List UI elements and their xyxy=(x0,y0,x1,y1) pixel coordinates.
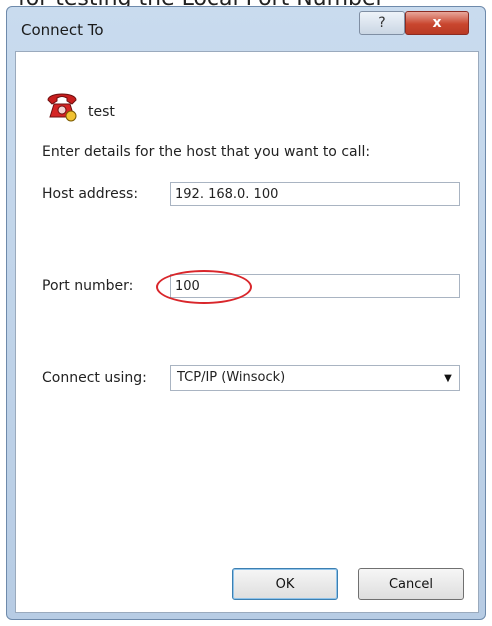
host-address-input[interactable] xyxy=(170,182,460,206)
help-icon: ? xyxy=(378,15,386,31)
port-highlight-annotation xyxy=(156,270,252,304)
dialog-body: test Enter details for the host that you… xyxy=(15,51,479,613)
help-button[interactable]: ? xyxy=(359,11,405,35)
connection-name: test xyxy=(88,104,115,120)
connect-using-value: TCP/IP (Winsock) xyxy=(177,370,286,385)
phone-icon xyxy=(47,93,77,122)
dialog-title: Connect To xyxy=(21,21,104,39)
close-button[interactable]: x xyxy=(405,11,469,35)
ok-button[interactable]: OK xyxy=(232,568,338,600)
title-bar[interactable]: Connect To ? x xyxy=(7,7,485,45)
cancel-button[interactable]: Cancel xyxy=(358,568,464,600)
chevron-down-icon[interactable]: ▼ xyxy=(439,368,457,388)
connect-using-label: Connect using: xyxy=(42,370,147,386)
instructions-text: Enter details for the host that you want… xyxy=(42,144,371,160)
port-number-label: Port number: xyxy=(42,278,134,294)
close-icon: x xyxy=(432,15,442,31)
host-address-label: Host address: xyxy=(42,186,139,202)
connect-to-dialog: Connect To ? x test Enter details for th… xyxy=(6,6,486,620)
connect-using-select[interactable]: TCP/IP (Winsock) ▼ xyxy=(170,365,460,391)
